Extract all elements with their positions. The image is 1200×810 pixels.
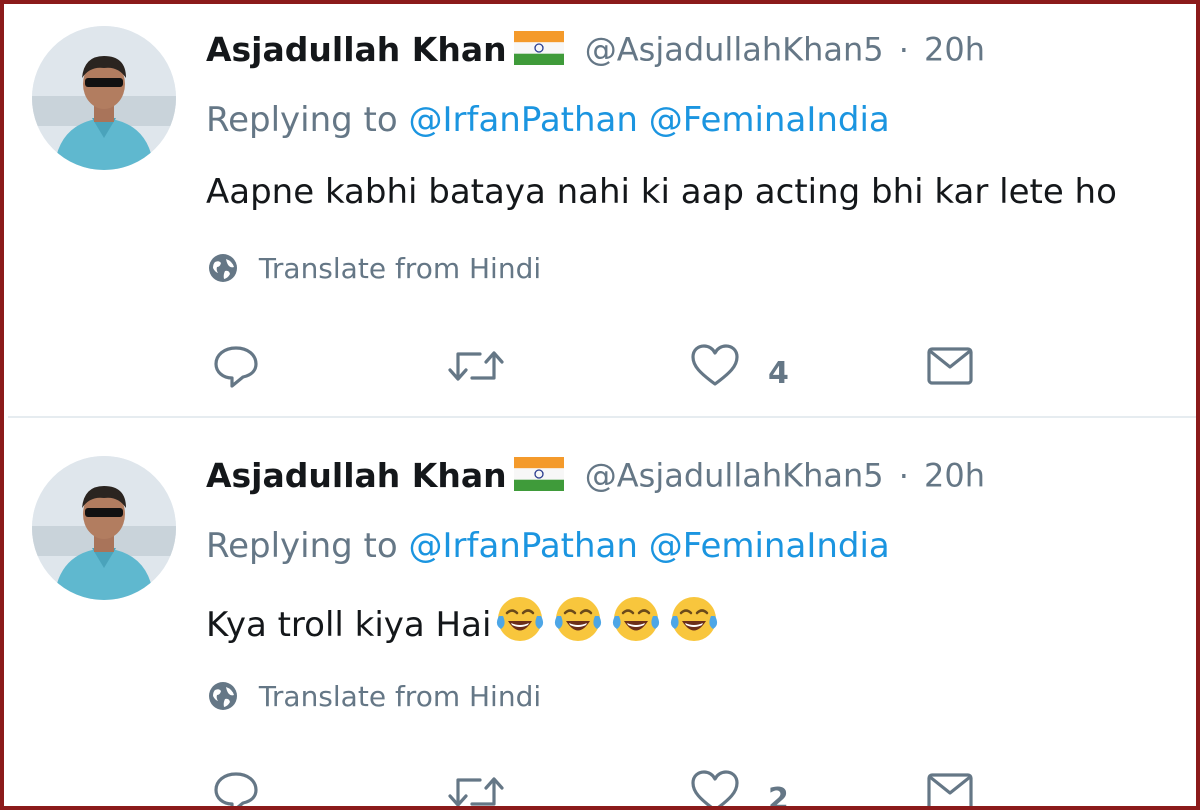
face-with-tears-of-joy-icon [613, 597, 660, 641]
translate-label: Translate from Hindi [258, 680, 542, 713]
tweet[interactable]: Asjadullah Khan @AsjadullahKhan5 · 20h R… [8, 4, 1196, 418]
tweet-actions: 2 [8, 766, 1196, 810]
india-flag-icon [513, 456, 564, 495]
like-icon [691, 344, 739, 386]
reply-icon [214, 772, 258, 806]
avatar[interactable] [32, 26, 176, 170]
like-button[interactable]: 4 [688, 340, 808, 400]
mention-link[interactable]: @FeminaIndia [649, 526, 890, 566]
tweet-text-body: Aapne kabhi bataya nahi ki aap acting bh… [206, 172, 1117, 212]
author-name[interactable]: Asjadullah Khan [206, 30, 507, 69]
reply-button[interactable] [210, 766, 262, 806]
separator-dot: · [898, 30, 909, 69]
face-with-tears-of-joy-icon [555, 597, 602, 641]
timestamp[interactable]: 20h [924, 31, 985, 69]
direct-message-button[interactable] [924, 340, 976, 400]
translate-link[interactable]: Translate from Hindi [208, 680, 541, 718]
tweet-text: Aapne kabhi bataya nahi ki aap acting bh… [206, 172, 1117, 212]
like-icon [691, 770, 739, 806]
tweet-text-body: Kya troll kiya Hai [206, 605, 492, 645]
reply-icon [214, 346, 258, 388]
retweet-button[interactable] [446, 340, 506, 400]
author-name[interactable]: Asjadullah Khan [206, 456, 507, 495]
separator-dot: · [898, 456, 909, 495]
retweet-button[interactable] [446, 766, 506, 806]
author-handle[interactable]: @AsjadullahKhan5 [585, 31, 884, 69]
author-handle[interactable]: @AsjadullahKhan5 [585, 457, 884, 495]
like-button[interactable]: 2 [688, 766, 808, 810]
emoji-group [495, 594, 727, 653]
translate-label: Translate from Hindi [258, 252, 542, 285]
replying-to-label: Replying to [206, 100, 398, 140]
tweet-actions: 4 [8, 340, 1196, 400]
mention-link[interactable]: @IrfanPathan [409, 526, 638, 566]
like-count: 4 [768, 356, 789, 391]
tweet-header: Asjadullah Khan @AsjadullahKhan5 · 20h [206, 456, 985, 502]
mention-link[interactable]: @IrfanPathan [409, 100, 638, 140]
india-flag-icon [513, 30, 564, 69]
tweet-text: Kya troll kiya Hai [206, 594, 727, 653]
translate-link[interactable]: Translate from Hindi [208, 252, 541, 290]
screenshot-frame: Asjadullah Khan @AsjadullahKhan5 · 20h R… [0, 0, 1200, 810]
tweet-header: Asjadullah Khan @AsjadullahKhan5 · 20h [206, 30, 985, 76]
tweet[interactable]: Asjadullah Khan @AsjadullahKhan5 · 20h R… [8, 418, 1196, 810]
mention-link[interactable]: @FeminaIndia [649, 100, 890, 140]
replying-to: Replying to @IrfanPathan @FeminaIndia [206, 526, 890, 566]
direct-message-icon [927, 773, 973, 806]
direct-message-button[interactable] [924, 766, 976, 806]
like-count: 2 [768, 782, 789, 810]
globe-icon [208, 253, 238, 290]
replying-to: Replying to @IrfanPathan @FeminaIndia [206, 100, 890, 140]
face-with-tears-of-joy-icon [671, 597, 718, 641]
retweet-icon [448, 351, 504, 381]
reply-button[interactable] [210, 340, 262, 400]
retweet-icon [448, 777, 504, 806]
direct-message-icon [927, 347, 973, 385]
face-with-tears-of-joy-icon [497, 597, 544, 641]
replying-to-label: Replying to [206, 526, 398, 566]
timestamp[interactable]: 20h [924, 457, 985, 495]
globe-icon [208, 681, 238, 718]
avatar[interactable] [32, 456, 176, 600]
